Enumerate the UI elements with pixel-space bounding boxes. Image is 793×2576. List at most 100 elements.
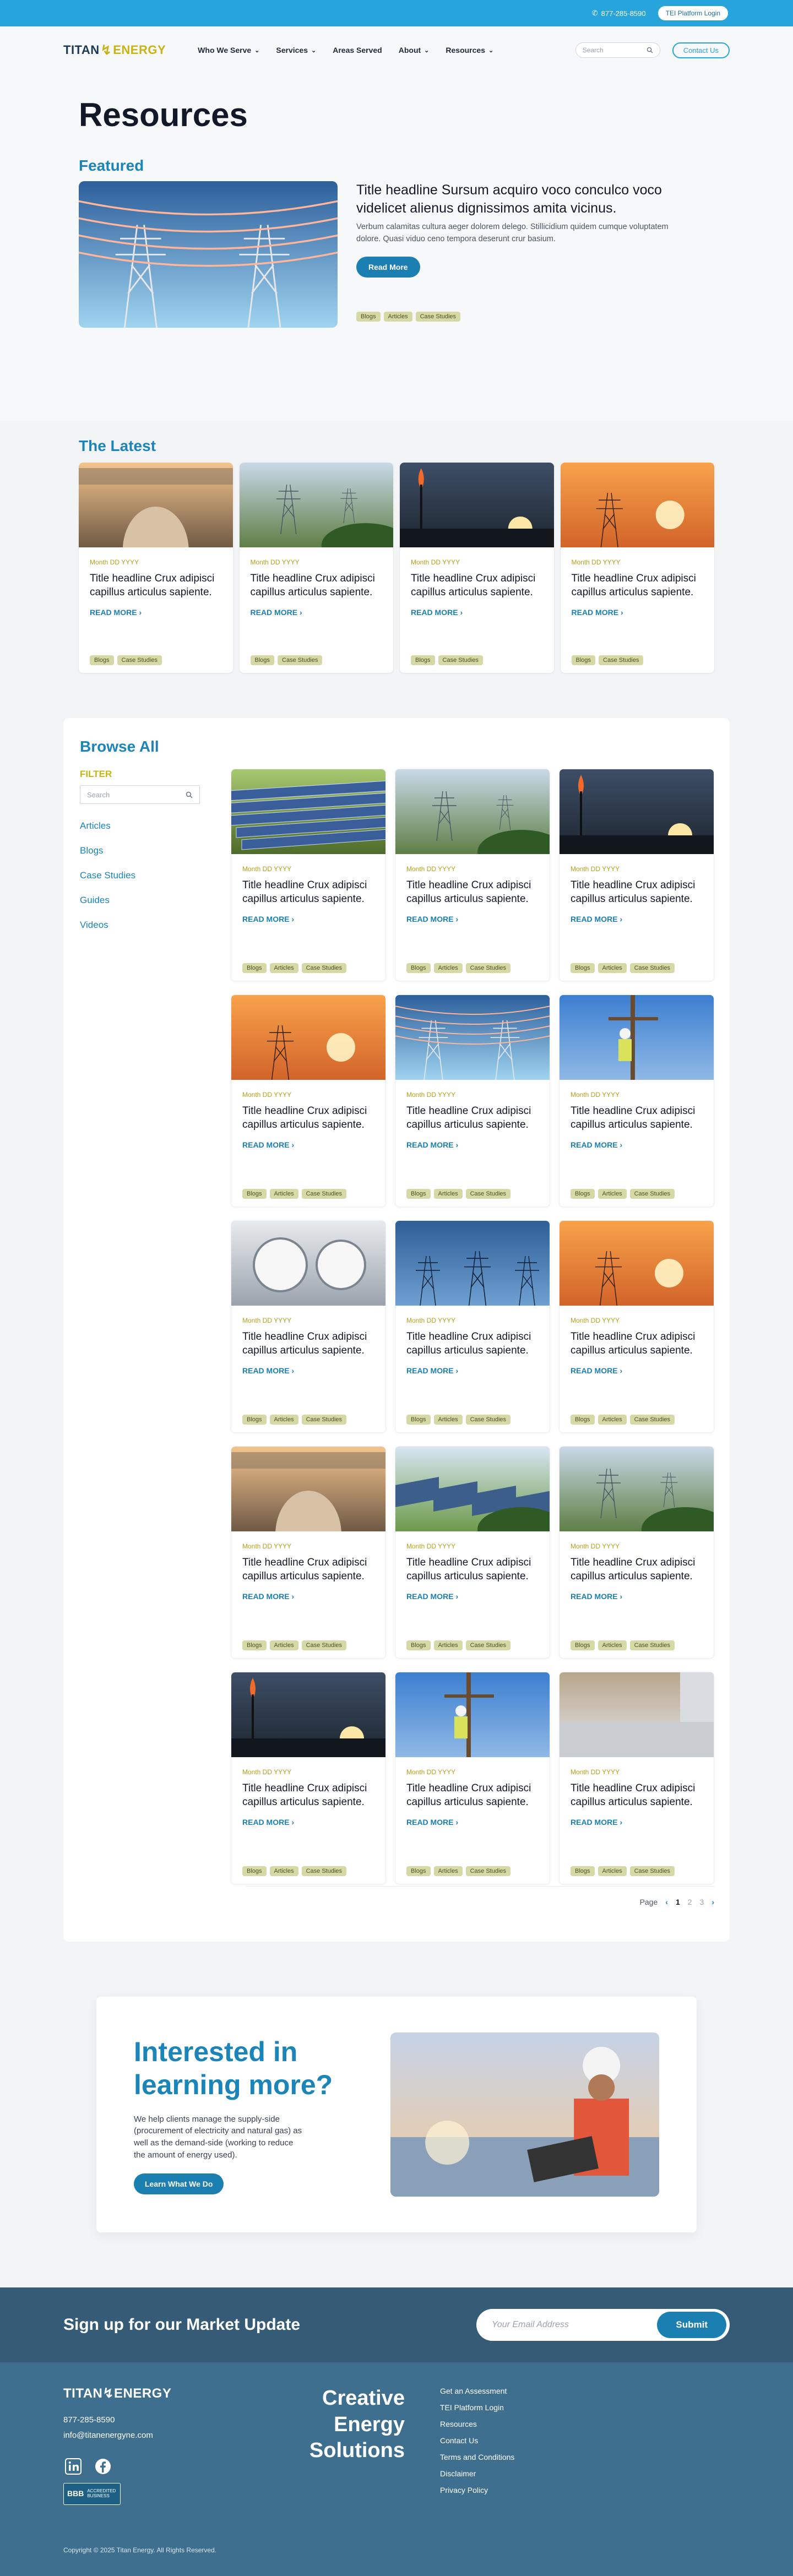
article-image[interactable]	[231, 1672, 385, 1757]
article-card[interactable]: Month DD YYYY Title headline Crux adipis…	[231, 1220, 386, 1433]
article-card[interactable]: Month DD YYYY Title headline Crux adipis…	[231, 769, 386, 981]
tag-blogs[interactable]: Blogs	[250, 655, 275, 665]
tag-blogs[interactable]: Blogs	[411, 655, 435, 665]
article-title[interactable]: Title headline Crux adipisci capillus ar…	[571, 1104, 703, 1132]
tag-articles[interactable]: Articles	[433, 1640, 463, 1650]
article-card[interactable]: Month DD YYYY Title headline Crux adipis…	[559, 1446, 714, 1659]
article-title[interactable]: Title headline Crux adipisci capillus ar…	[572, 572, 704, 599]
tag-articles[interactable]: Articles	[433, 1189, 463, 1199]
nav-item-resources[interactable]: Resources ⌄	[446, 46, 493, 55]
article-title[interactable]: Title headline Crux adipisci capillus ar…	[251, 572, 383, 599]
read-more-link[interactable]: READ MORE ›	[90, 608, 222, 617]
tag-blogs[interactable]: Blogs	[242, 1415, 267, 1425]
read-more-link[interactable]: READ MORE ›	[242, 1366, 374, 1375]
tag-articles[interactable]: Articles	[433, 963, 463, 973]
tag-blogs[interactable]: Blogs	[571, 655, 596, 665]
read-more-link[interactable]: READ MORE ›	[411, 608, 543, 617]
tag-blogs[interactable]: Blogs	[571, 1866, 595, 1876]
article-card[interactable]: Month DD YYYY Title headline Crux adipis…	[395, 1446, 550, 1659]
article-card[interactable]: Month DD YYYY Title headline Crux adipis…	[400, 463, 554, 673]
footer-link-disclaimer[interactable]: Disclaimer	[440, 2469, 514, 2478]
tag-blogs[interactable]: Blogs	[406, 1189, 431, 1199]
tag-case-studies[interactable]: Case Studies	[278, 655, 323, 665]
tag-articles[interactable]: Articles	[433, 1415, 463, 1425]
tag-blogs[interactable]: Blogs	[406, 1415, 431, 1425]
article-card[interactable]: Month DD YYYY Title headline Crux adipis…	[395, 1672, 550, 1884]
nav-item-areas-served[interactable]: Areas Served	[333, 46, 382, 55]
article-title[interactable]: Title headline Crux adipisci capillus ar…	[406, 1556, 539, 1583]
article-title[interactable]: Title headline Crux adipisci capillus ar…	[571, 1781, 703, 1809]
filter-category-guides[interactable]: Guides	[80, 895, 231, 906]
tag-case-studies[interactable]: Case Studies	[415, 311, 461, 322]
article-image[interactable]	[231, 769, 385, 854]
article-card[interactable]: Month DD YYYY Title headline Crux adipis…	[79, 463, 233, 673]
filter-category-videos[interactable]: Videos	[80, 920, 231, 931]
tag-blogs[interactable]: Blogs	[406, 963, 431, 973]
article-title[interactable]: Title headline Crux adipisci capillus ar…	[242, 1104, 374, 1132]
header-search-input[interactable]: Search	[575, 42, 660, 58]
tag-articles[interactable]: Articles	[598, 1415, 627, 1425]
article-image[interactable]	[231, 1221, 385, 1306]
tag-articles[interactable]: Articles	[269, 1415, 298, 1425]
article-card[interactable]: Month DD YYYY Title headline Crux adipis…	[559, 994, 714, 1207]
footer-link-terms-and-conditions[interactable]: Terms and Conditions	[440, 2453, 514, 2461]
tag-blogs[interactable]: Blogs	[242, 1866, 267, 1876]
article-card[interactable]: Month DD YYYY Title headline Crux adipis…	[559, 769, 714, 981]
tag-case-studies[interactable]: Case Studies	[465, 1640, 511, 1650]
article-image[interactable]	[395, 769, 550, 874]
tag-case-studies[interactable]: Case Studies	[629, 1415, 675, 1425]
filter-category-case-studies[interactable]: Case Studies	[80, 870, 231, 881]
nav-item-services[interactable]: Services ⌄	[276, 46, 316, 55]
article-card[interactable]: Month DD YYYY Title headline Crux adipis…	[395, 1220, 550, 1433]
tag-case-studies[interactable]: Case Studies	[629, 1640, 675, 1650]
read-more-link[interactable]: READ MORE ›	[571, 1140, 703, 1149]
article-title[interactable]: Title headline Crux adipisci capillus ar…	[406, 1330, 539, 1357]
pagination-next-icon[interactable]: ›	[711, 1898, 714, 1906]
article-title[interactable]: Title headline Crux adipisci capillus ar…	[242, 1781, 374, 1809]
read-more-link[interactable]: READ MORE ›	[571, 1366, 703, 1375]
tag-case-studies[interactable]: Case Studies	[438, 655, 483, 665]
read-more-link[interactable]: READ MORE ›	[242, 1140, 374, 1149]
learn-what-we-do-button[interactable]: Learn What We Do	[134, 2173, 224, 2194]
featured-title[interactable]: Title headline Sursum acquiro voco concu…	[356, 181, 678, 217]
tag-case-studies[interactable]: Case Studies	[301, 1189, 347, 1199]
tag-articles[interactable]: Articles	[598, 1189, 627, 1199]
article-image[interactable]	[79, 463, 233, 595]
platform-login-button[interactable]: TEI Platform Login	[658, 6, 728, 20]
tag-case-studies[interactable]: Case Studies	[465, 1189, 511, 1199]
pagination-current-page[interactable]: 1	[676, 1898, 680, 1906]
article-image[interactable]	[560, 463, 714, 548]
footer-link-contact-us[interactable]: Contact Us	[440, 2436, 514, 2445]
bbb-badge[interactable]: BBB ACCREDITED BUSINESS	[63, 2482, 121, 2505]
read-more-link[interactable]: READ MORE ›	[571, 915, 703, 923]
article-image[interactable]	[395, 1672, 550, 1757]
read-more-link[interactable]: READ MORE ›	[251, 608, 383, 617]
article-card[interactable]: Month DD YYYY Title headline Crux adipis…	[231, 994, 386, 1207]
filter-search-input[interactable]: Search	[80, 785, 200, 804]
footer-link-get-an-assessment[interactable]: Get an Assessment	[440, 2387, 514, 2395]
article-image[interactable]	[560, 1447, 714, 1551]
pagination-prev-icon[interactable]: ‹	[665, 1898, 668, 1906]
footer-link-resources[interactable]: Resources	[440, 2420, 514, 2428]
tag-case-studies[interactable]: Case Studies	[301, 1640, 347, 1650]
article-title[interactable]: Title headline Crux adipisci capillus ar…	[571, 1556, 703, 1583]
article-image[interactable]	[560, 995, 714, 1080]
article-image[interactable]	[560, 769, 714, 854]
featured-read-more-button[interactable]: Read More	[356, 256, 420, 278]
tag-case-studies[interactable]: Case Studies	[301, 1415, 347, 1425]
tag-articles[interactable]: Articles	[269, 1640, 298, 1650]
article-title[interactable]: Title headline Crux adipisci capillus ar…	[90, 572, 222, 599]
article-title[interactable]: Title headline Crux adipisci capillus ar…	[242, 878, 374, 906]
article-card[interactable]: Month DD YYYY Title headline Crux adipis…	[560, 463, 714, 673]
tag-blogs[interactable]: Blogs	[356, 311, 381, 322]
read-more-link[interactable]: READ MORE ›	[571, 1592, 703, 1601]
article-image[interactable]	[560, 1672, 714, 1757]
article-image[interactable]	[239, 463, 393, 567]
tag-articles[interactable]: Articles	[269, 1189, 298, 1199]
linkedin-icon[interactable]	[63, 2457, 83, 2476]
article-title[interactable]: Title headline Crux adipisci capillus ar…	[411, 572, 543, 599]
article-title[interactable]: Title headline Crux adipisci capillus ar…	[571, 1330, 703, 1357]
tag-blogs[interactable]: Blogs	[571, 1415, 595, 1425]
tag-articles[interactable]: Articles	[269, 963, 298, 973]
article-title[interactable]: Title headline Crux adipisci capillus ar…	[406, 1104, 539, 1132]
